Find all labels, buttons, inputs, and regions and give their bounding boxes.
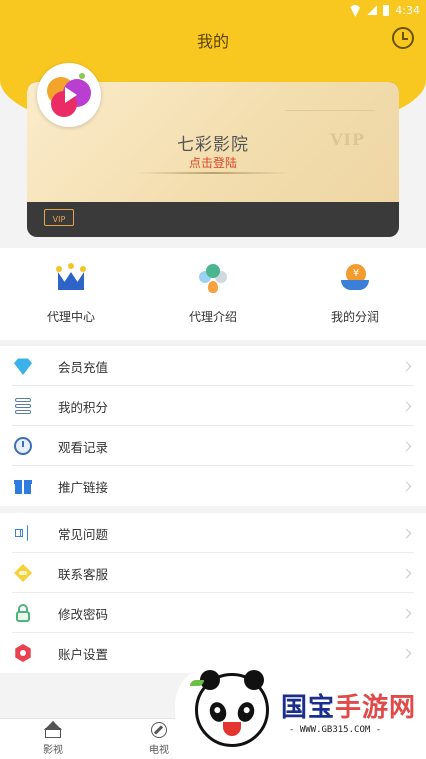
speaker-icon <box>14 524 32 542</box>
signal-icon <box>367 5 378 15</box>
crown-icon <box>54 262 88 294</box>
quick-action-label: 代理中心 <box>46 310 95 324</box>
chevron-right-icon <box>401 568 412 578</box>
tab-label: 影视 <box>43 745 63 756</box>
settings-icon <box>15 644 31 662</box>
menu-group-support: 常见问题 联系客服 修改密码 账户设置 <box>0 513 426 673</box>
menu-item-recharge[interactable]: 会员充值 <box>0 346 426 386</box>
menu-item-faq[interactable]: 常见问题 <box>0 513 426 553</box>
balloons-icon <box>196 262 230 294</box>
watermark-logo-a: 国宝 <box>281 693 336 723</box>
quick-action-label: 我的分润 <box>330 310 379 324</box>
watermark-logo: 国宝手游网 <box>281 687 416 724</box>
menu-item-label: 修改密码 <box>58 606 109 622</box>
play-icon <box>65 87 77 103</box>
menu-item-label: 账户设置 <box>58 646 109 662</box>
menu-item-label: 观看记录 <box>58 439 109 455</box>
menu-item-promo-link[interactable]: 推广链接 <box>0 466 426 506</box>
app-name: 七彩影院 <box>177 135 249 155</box>
chevron-right-icon <box>401 481 412 491</box>
history-clock-icon[interactable] <box>392 27 414 49</box>
chevron-right-icon <box>401 441 412 451</box>
menu-item-label: 我的积分 <box>58 399 109 415</box>
watermark-logo-b: 手游网 <box>335 693 417 723</box>
agent-intro-button[interactable]: 代理介绍 <box>142 248 284 340</box>
tab-movies[interactable]: 影视 <box>0 719 106 759</box>
quick-action-label: 代理介绍 <box>188 310 237 324</box>
login-underline <box>137 172 289 174</box>
menu-item-contact-service[interactable]: 联系客服 <box>0 553 426 593</box>
login-link[interactable]: 点击登陆 <box>27 154 399 171</box>
status-time: 4:34 <box>395 3 420 17</box>
vip-badge: VIP <box>44 209 74 226</box>
menu-item-label: 联系客服 <box>58 566 109 582</box>
chevron-right-icon <box>401 648 412 658</box>
menu-item-points[interactable]: 我的积分 <box>0 386 426 426</box>
menu-item-change-password[interactable]: 修改密码 <box>0 593 426 633</box>
chevron-right-icon <box>401 528 412 538</box>
chevron-right-icon <box>401 361 412 371</box>
menu-item-label: 会员充值 <box>58 359 109 375</box>
lock-icon <box>14 604 32 622</box>
coin-hand-icon: ¥ <box>338 262 372 294</box>
menu-item-label: 推广链接 <box>58 479 109 495</box>
quick-actions: 代理中心 代理介绍 ¥ 我的分润 <box>0 248 426 340</box>
avatar[interactable] <box>37 63 101 127</box>
gift-icon <box>14 477 32 495</box>
chevron-right-icon <box>401 401 412 411</box>
menu-group-account: 会员充值 我的积分 观看记录 推广链接 <box>0 346 426 506</box>
menu-item-history[interactable]: 观看记录 <box>0 426 426 466</box>
tab-label: 电视 <box>149 745 169 756</box>
compass-icon <box>151 722 167 738</box>
battery-icon <box>383 4 390 16</box>
clock-icon <box>14 437 32 455</box>
diamond-icon <box>14 358 32 375</box>
home-icon <box>45 728 61 738</box>
watermark-url: - WWW.GB315.COM - <box>289 725 382 735</box>
menu-item-label: 常见问题 <box>58 526 109 542</box>
status-bar: 4:34 <box>0 0 426 20</box>
page-title: 我的 <box>196 32 229 51</box>
watermark: 国宝手游网 - WWW.GB315.COM - <box>175 665 426 759</box>
panda-mascot-icon <box>190 670 269 747</box>
my-profit-button[interactable]: ¥ 我的分润 <box>284 248 426 340</box>
coin-stack-icon <box>14 397 32 415</box>
wifi-icon <box>349 5 361 15</box>
chevron-right-icon <box>401 608 412 618</box>
service-icon <box>14 564 32 582</box>
agent-center-button[interactable]: 代理中心 <box>0 248 142 340</box>
